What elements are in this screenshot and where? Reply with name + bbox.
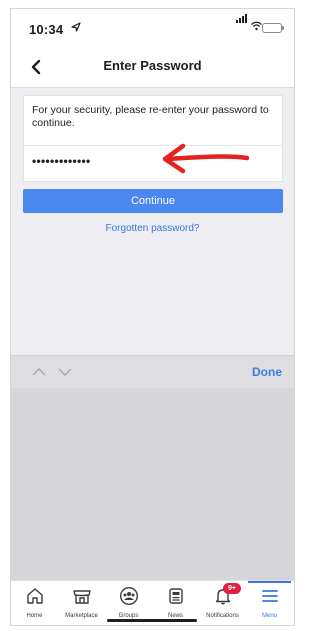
tab-notifications[interactable]: 9+ Notifications <box>199 581 246 625</box>
status-bar: 10:34 <box>11 9 294 45</box>
phone-screen: 10:34 Enter Password For your security, … <box>10 8 295 626</box>
security-message: For your security, please re-enter your … <box>32 104 269 129</box>
battery-icon <box>262 23 284 33</box>
tab-label: Home <box>26 613 43 619</box>
navigation-bar: Enter Password <box>11 45 294 88</box>
menu-icon <box>261 590 278 602</box>
chevron-up-icon[interactable] <box>31 366 47 378</box>
keyboard-area <box>11 388 294 588</box>
notification-badge: 9+ <box>223 583 241 594</box>
password-field[interactable]: ••••••••••••• <box>32 154 152 172</box>
tab-menu[interactable]: Menu <box>246 581 293 625</box>
home-indicator <box>107 619 197 622</box>
wifi-icon <box>251 21 262 31</box>
red-arrow-annotation <box>162 143 250 174</box>
page-title: Enter Password <box>103 58 202 73</box>
marketplace-icon <box>72 590 91 604</box>
password-card: For your security, please re-enter your … <box>23 95 283 182</box>
tab-label: Notifications <box>206 613 239 619</box>
keyboard-toolbar: Done <box>11 355 294 388</box>
status-time: 10:34 <box>29 22 64 37</box>
done-button[interactable]: Done <box>252 365 282 379</box>
home-icon <box>26 588 43 604</box>
groups-icon <box>119 586 138 606</box>
tab-label: Menu <box>261 613 277 619</box>
tab-label: Marketplace <box>65 613 98 619</box>
chevron-down-icon[interactable] <box>57 366 73 378</box>
location-arrow-icon <box>71 22 81 32</box>
tab-marketplace[interactable]: Marketplace <box>58 581 105 625</box>
bottom-tab-bar: Home Marketplace Groups News 9+ Notifica… <box>11 580 294 625</box>
continue-button[interactable]: Continue <box>23 189 283 213</box>
tab-home[interactable]: Home <box>11 581 58 625</box>
news-icon <box>168 588 183 604</box>
forgotten-password-link[interactable]: Forgotten password? <box>11 223 294 234</box>
